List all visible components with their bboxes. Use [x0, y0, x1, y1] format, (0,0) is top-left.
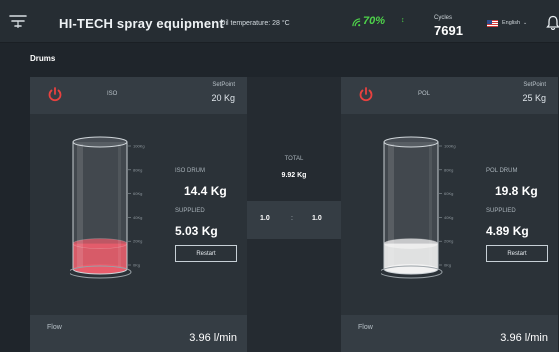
setpoint-label: SetPoint	[212, 82, 235, 88]
signal-percent: 70%	[363, 15, 386, 27]
drum-weight: 19.8 Kg	[495, 184, 538, 198]
drum-header: POL SetPoint 25 Kg	[341, 77, 558, 114]
flow-bar: Flow 3.96 l/min	[30, 315, 247, 352]
flow-value: 3.96 l/min	[500, 332, 548, 344]
oil-temperature: Oil temperature: 28 °C	[220, 20, 290, 27]
drum-tank-gauge: 100Kg 80Kg 60Kg 40Kg 20Kg 0Kg	[70, 136, 145, 279]
power-icon[interactable]	[358, 86, 374, 102]
drum-label: ISO DRUM	[175, 168, 205, 174]
scale-tick-label: 40Kg	[444, 215, 453, 220]
ratio-iso: 1.0	[260, 215, 270, 222]
menu-icon[interactable]	[8, 12, 28, 30]
language-label: English	[502, 20, 521, 26]
section-title: Drums	[30, 54, 56, 63]
drum-tank-gauge: 100Kg 80Kg 60Kg 40Kg 20Kg 0Kg	[381, 136, 456, 279]
scale-tick-label: 40Kg	[133, 215, 142, 220]
total-label: TOTAL	[284, 156, 304, 162]
ratio-separator: :	[291, 215, 293, 222]
us-flag-icon	[487, 19, 498, 27]
drum-name: ISO	[107, 91, 118, 97]
cycles-label: Cycles	[434, 15, 453, 21]
drum-label: POL DRUM	[486, 168, 518, 174]
bell-icon[interactable]	[546, 15, 559, 30]
pol-drum-panel: POL SetPoint 25 Kg 100Kg 80Kg 60Kg 40Kg 20Kg…	[341, 77, 558, 352]
flow-value: 3.96 l/min	[189, 332, 237, 344]
scale-tick-label: 80Kg	[133, 167, 142, 172]
supplied-value: 4.89 Kg	[486, 224, 529, 238]
power-icon[interactable]	[47, 86, 63, 102]
scale-tick-label: 60Kg	[444, 191, 453, 196]
ratio-pol: 1.0	[312, 215, 322, 222]
restart-button[interactable]: Restart	[486, 245, 548, 262]
supplied-label: SUPPLIED	[486, 208, 516, 214]
chevron-down-icon: ⌄	[523, 20, 528, 26]
supplied-value: 5.03 Kg	[175, 224, 218, 238]
drum-header: ISO SetPoint 20 Kg	[30, 77, 247, 114]
iso-drum-panel: ISO SetPoint 20 Kg 100Kg 80Kg 60Kg 40Kg 20Kg…	[30, 77, 247, 352]
restart-button[interactable]: Restart	[175, 245, 237, 262]
scale-tick-label: 80Kg	[444, 167, 453, 172]
drum-weight: 14.4 Kg	[184, 184, 227, 198]
scale-tick-label: 0Kg	[133, 263, 140, 268]
setpoint-value: 20 Kg	[211, 93, 235, 103]
drum-name: POL	[418, 91, 431, 97]
scale-tick-label: 0Kg	[444, 263, 451, 268]
scale-tick-label: 60Kg	[133, 191, 142, 196]
language-selector[interactable]: English ⌄	[487, 17, 527, 29]
mix-ratio: 1.0 : 1.0	[247, 201, 341, 239]
setpoint-label: SetPoint	[523, 82, 546, 88]
scale-tick-label: 100Kg	[133, 144, 145, 149]
supplied-label: SUPPLIED	[175, 208, 205, 214]
signal-icon	[352, 18, 361, 27]
flow-label: Flow	[358, 324, 373, 331]
scale-tick-label: 100Kg	[444, 144, 456, 149]
total-panel: TOTAL 9.92 Kg 1.0 : 1.0	[247, 77, 341, 352]
total-value: 9.92 Kg	[281, 172, 307, 179]
signal-trend-icon: ↕	[401, 17, 405, 24]
app-title: HI-TECH spray equipment	[59, 16, 224, 31]
flow-label: Flow	[47, 324, 62, 331]
cycles-value: 7691	[434, 23, 463, 38]
scale-tick-label: 20Kg	[444, 239, 453, 244]
setpoint-value: 25 Kg	[522, 93, 546, 103]
top-bar: HI-TECH spray equipment Oil temperature:…	[0, 0, 559, 43]
flow-bar: Flow 3.96 l/min	[341, 315, 558, 352]
scale-tick-label: 20Kg	[133, 239, 142, 244]
